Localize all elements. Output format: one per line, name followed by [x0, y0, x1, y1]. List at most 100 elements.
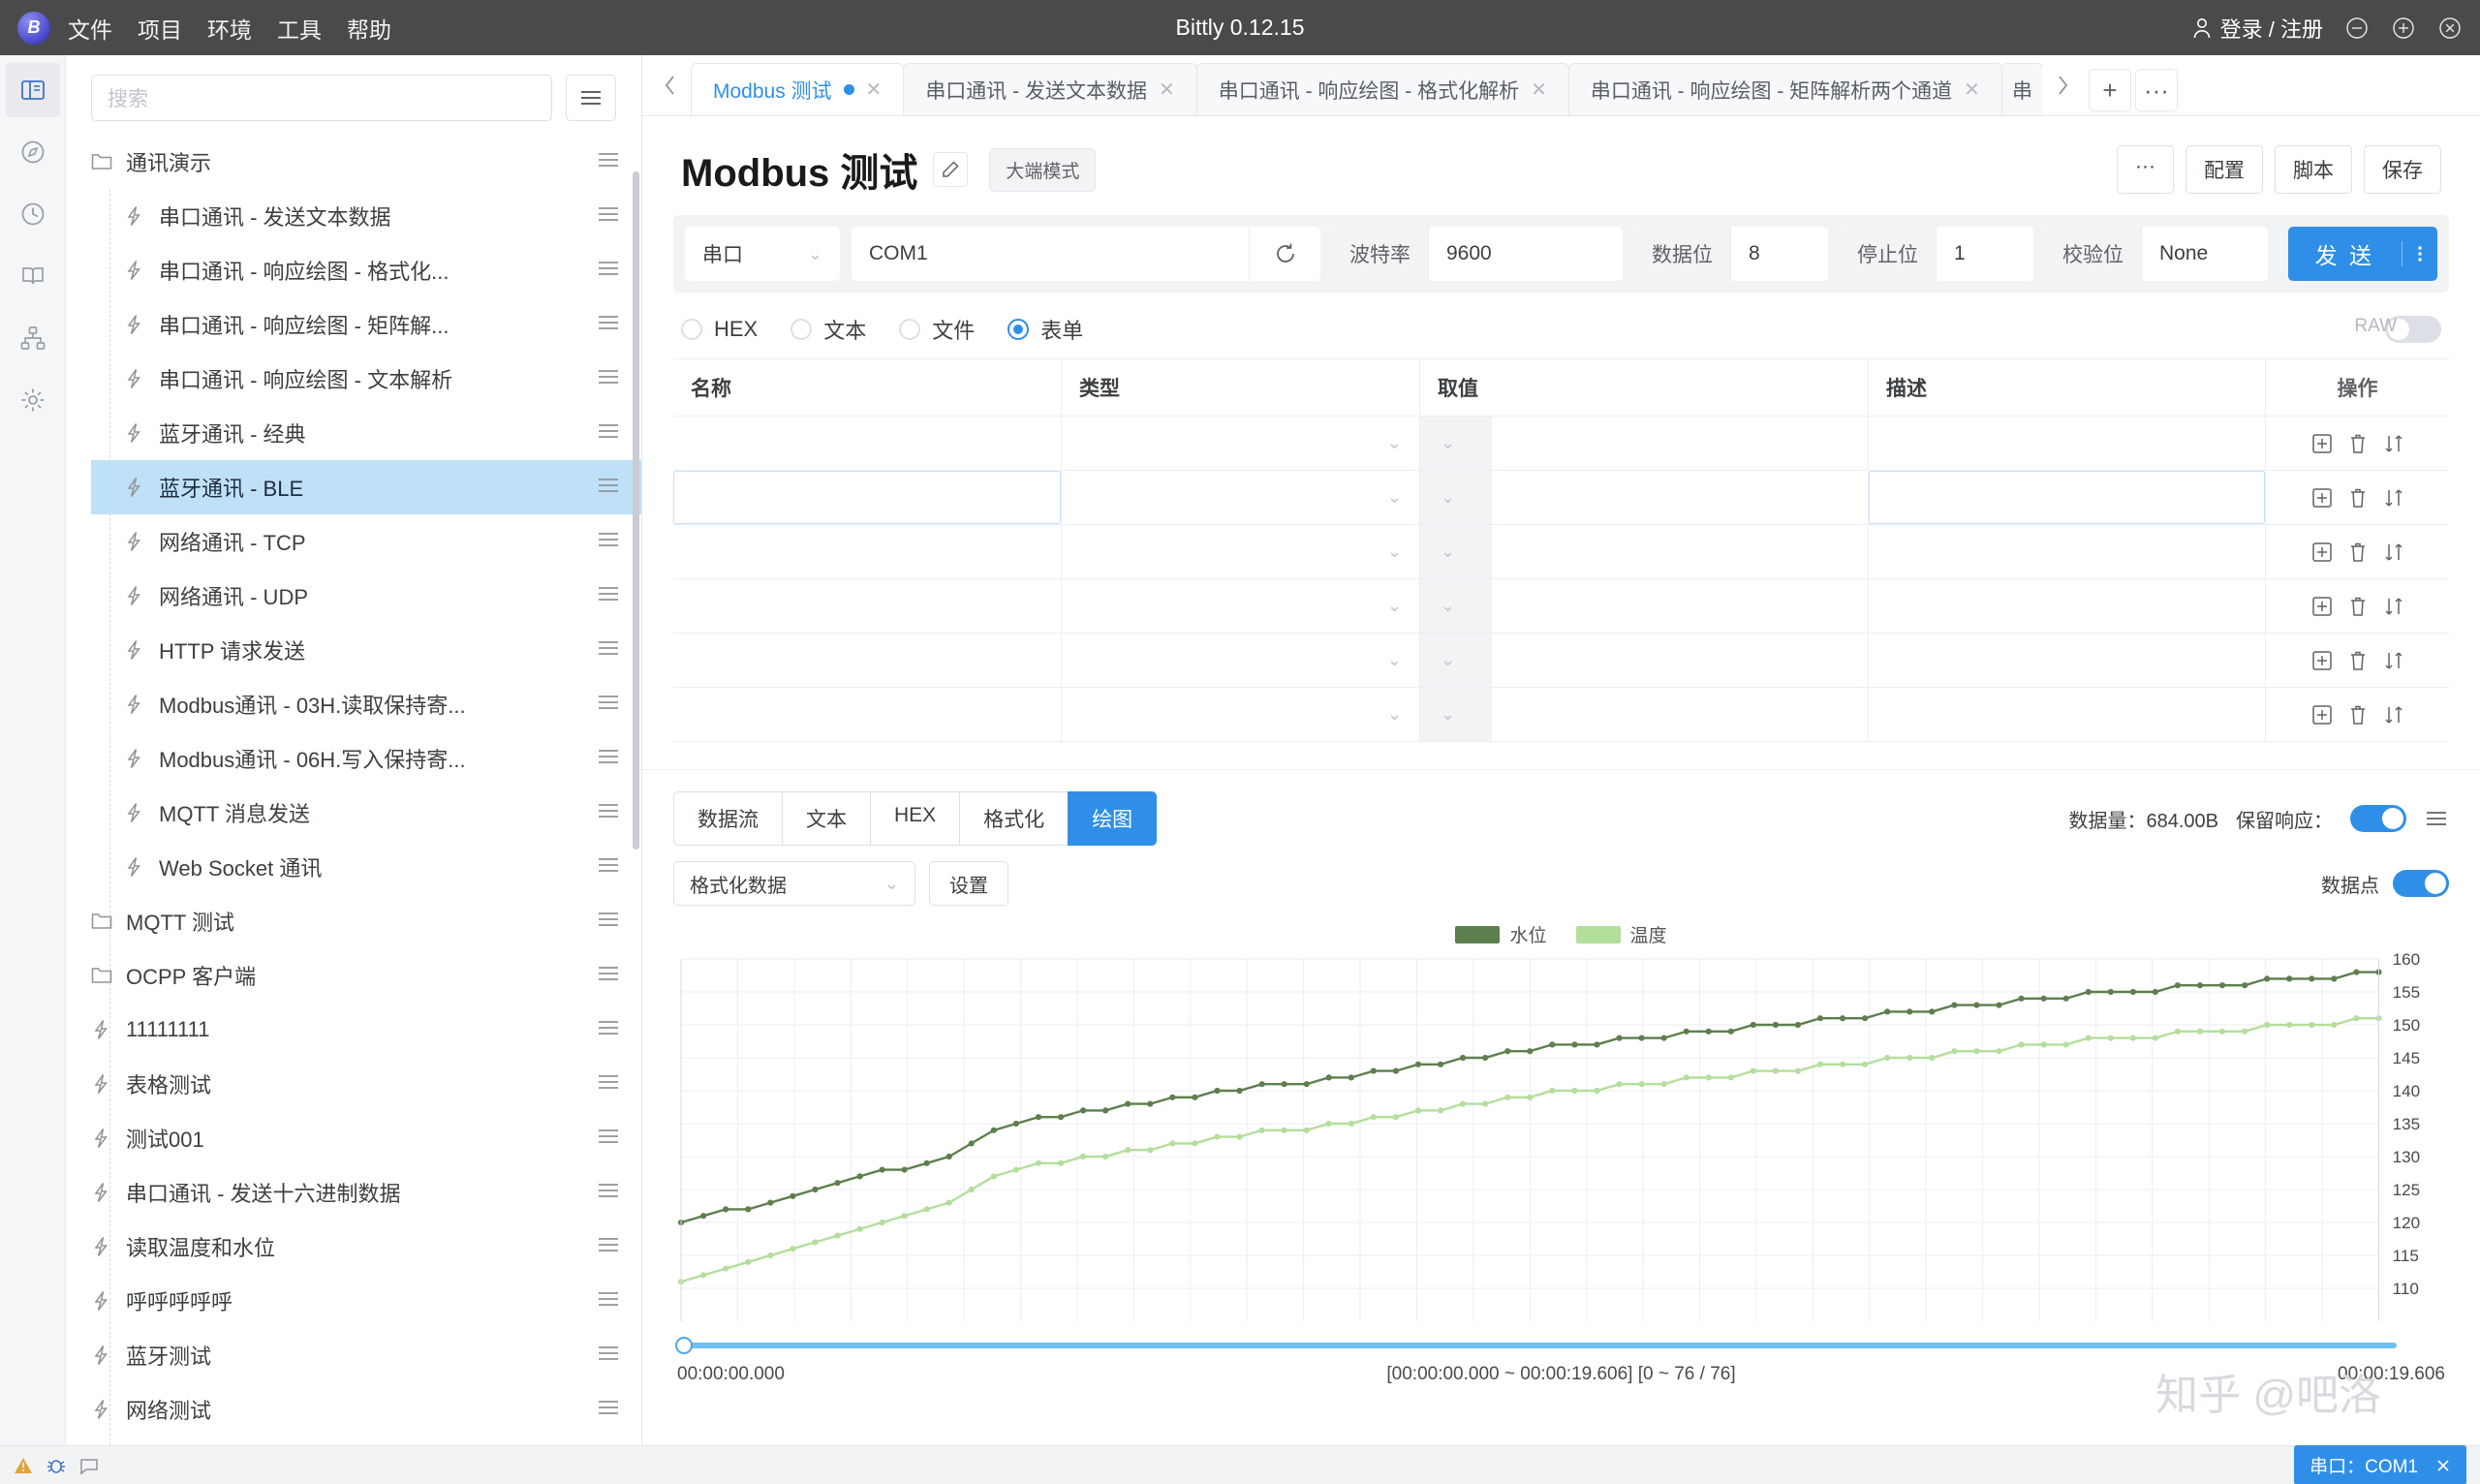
format-option-file[interactable]: 文件 [899, 314, 975, 345]
rail-item-settings[interactable] [6, 373, 60, 427]
move-row-icon[interactable] [2383, 650, 2404, 671]
tree-item-menu-icon[interactable] [597, 637, 620, 663]
tree-item[interactable]: 通讯演示 [91, 135, 641, 189]
edit-title-button[interactable] [933, 152, 969, 187]
search-input[interactable]: 搜索 [91, 75, 552, 121]
delete-row-icon[interactable] [2348, 704, 2368, 726]
send-options-icon[interactable] [2402, 241, 2437, 266]
tree-item[interactable]: HTTP 请求发送 [91, 623, 641, 677]
range-slider-knob[interactable] [675, 1337, 693, 1354]
bug-icon[interactable] [46, 1456, 66, 1475]
protocol-select[interactable]: 串口 ⌄ [685, 227, 840, 281]
range-slider-track[interactable] [681, 1343, 2397, 1348]
tree-item[interactable]: 呼呼呼呼呼 [91, 1274, 641, 1328]
tree-item[interactable]: Modbus通讯 - 06H.写入保持寄... [91, 731, 641, 786]
tab-scroll-left-icon[interactable] [650, 54, 691, 115]
tree-item[interactable]: MQTT 测试 [91, 894, 641, 948]
param-name-input[interactable] [673, 634, 1061, 687]
sidebar-menu-button[interactable] [566, 75, 616, 121]
param-type-select[interactable]: ⌄ [1061, 525, 1419, 578]
tab-item[interactable]: 串口通讯 - 发送文本数据 ✕ [903, 63, 1197, 115]
param-desc-input[interactable] [1868, 579, 2265, 633]
keep-response-switch[interactable] [2350, 805, 2406, 832]
tree-item[interactable]: 蓝牙通讯 - 经典 [91, 406, 641, 460]
rail-item-topology[interactable] [6, 311, 60, 365]
config-button[interactable]: 配置 [2186, 145, 2263, 194]
datapoint-switch[interactable] [2393, 870, 2449, 897]
legend-entry[interactable]: 水位 [1455, 921, 1547, 947]
save-button[interactable]: 保存 [2364, 145, 2441, 194]
tree-item-menu-icon[interactable] [597, 1126, 620, 1151]
menu-environment[interactable]: 环境 [207, 12, 252, 45]
rail-item-history[interactable] [6, 187, 60, 241]
tree-item[interactable]: 网络通讯 - UDP [91, 569, 641, 623]
tree-item-menu-icon[interactable] [597, 529, 620, 554]
plot-source-select[interactable]: 格式化数据 ⌄ [673, 861, 915, 906]
rail-item-explore[interactable] [6, 125, 60, 179]
minimize-icon[interactable] [2344, 15, 2370, 41]
baudrate-field[interactable]: 波特率 9600 [1332, 227, 1623, 281]
plot-settings-button[interactable]: 设置 [929, 861, 1008, 906]
add-tab-button[interactable]: + [2088, 69, 2131, 111]
tree-item-menu-icon[interactable] [597, 1017, 620, 1042]
parity-input[interactable]: None [2142, 227, 2268, 281]
delete-row-icon[interactable] [2348, 596, 2368, 617]
tree-item-menu-icon[interactable] [597, 854, 620, 880]
menu-help[interactable]: 帮助 [347, 12, 391, 45]
tree-item-menu-icon[interactable] [597, 1343, 620, 1368]
param-type-select[interactable]: ⌄ [1061, 417, 1419, 470]
param-desc-input[interactable] [1868, 471, 2265, 524]
tree-item[interactable]: 串口通讯 - 响应绘图 - 矩阵解... [91, 297, 641, 352]
tree-item-menu-icon[interactable] [597, 800, 620, 825]
response-tab[interactable]: 数据流 [673, 791, 782, 846]
rail-item-projects[interactable] [5, 63, 60, 117]
tree-item-menu-icon[interactable] [597, 149, 620, 174]
tree-item[interactable]: Modbus通讯 - 03H.读取保持寄... [91, 677, 641, 731]
param-desc-input[interactable] [1868, 634, 2265, 687]
send-button[interactable]: 发 送 [2287, 227, 2437, 281]
tree-item[interactable]: Web Socket 通讯 [91, 840, 641, 894]
rail-item-docs[interactable] [6, 249, 60, 303]
param-radix-select[interactable]: ⌄ [1420, 634, 1492, 687]
menu-tools[interactable]: 工具 [277, 12, 322, 45]
format-option-text[interactable]: 文本 [790, 314, 866, 345]
baudrate-input[interactable]: 9600 [1429, 227, 1623, 281]
close-icon[interactable] [2435, 1458, 2451, 1473]
param-name-input[interactable] [673, 471, 1061, 524]
tree-item[interactable]: 读取温度和水位 [91, 1220, 641, 1274]
tab-item[interactable]: 串 [2000, 63, 2042, 115]
sidebar-scrollbar[interactable] [633, 171, 639, 850]
format-option-hex[interactable]: HEX [681, 317, 758, 342]
param-type-select[interactable]: ⌄ [1061, 579, 1419, 633]
tree-item[interactable]: 串口通讯 - 响应绘图 - 格式化... [91, 243, 641, 297]
connection-status-badge[interactable]: 串口：COM1 [2294, 1445, 2466, 1484]
param-radix-select[interactable]: ⌄ [1420, 525, 1492, 578]
response-tab[interactable]: HEX [870, 791, 960, 846]
tree-item[interactable]: 测试001 [91, 1111, 641, 1165]
tree-item-menu-icon[interactable] [597, 312, 620, 337]
tree-item[interactable]: 表格测试 [91, 1057, 641, 1111]
tree-item[interactable]: 11111111 [91, 1003, 641, 1057]
move-row-icon[interactable] [2383, 433, 2404, 454]
response-tab[interactable]: 文本 [782, 791, 870, 846]
tab-close-icon[interactable]: ✕ [1159, 77, 1175, 102]
tab-item[interactable]: Modbus 测试 ✕ [691, 63, 905, 115]
more-actions-button[interactable]: ··· [2117, 145, 2174, 194]
tree-item-menu-icon[interactable] [597, 1234, 620, 1259]
tab-more-button[interactable]: ··· [2134, 69, 2178, 111]
tab-scroll-right-icon[interactable] [2042, 54, 2083, 115]
tree-item-menu-icon[interactable] [597, 420, 620, 446]
add-row-icon[interactable] [2311, 541, 2333, 563]
menu-file[interactable]: 文件 [68, 12, 112, 45]
move-row-icon[interactable] [2383, 704, 2404, 726]
param-name-input[interactable] [673, 688, 1061, 741]
list-icon[interactable] [2424, 809, 2449, 828]
tree-item-menu-icon[interactable] [597, 366, 620, 391]
format-option-form[interactable]: 表单 [1008, 314, 1083, 345]
param-type-select[interactable]: ⌄ [1061, 634, 1419, 687]
delete-row-icon[interactable] [2348, 433, 2368, 454]
add-row-icon[interactable] [2311, 596, 2333, 617]
tree-item[interactable]: 串口通讯 - 发送文本数据 [91, 189, 641, 243]
move-row-icon[interactable] [2383, 487, 2404, 509]
stopbits-field[interactable]: 停止位 1 [1840, 227, 2033, 281]
